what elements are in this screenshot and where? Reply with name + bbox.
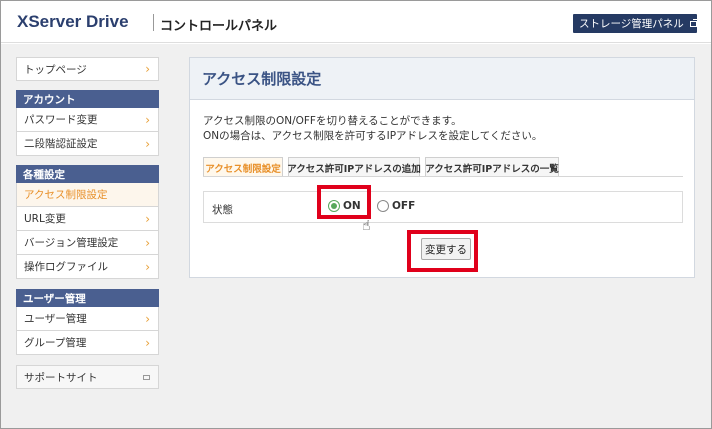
sidebar-heading-account: アカウント — [16, 90, 159, 108]
description-line-2: ONの場合は、アクセス制限を許可するIPアドレスを設定してください。 — [203, 130, 543, 142]
status-label: 状態 — [212, 204, 233, 216]
chevron-right-icon: › — [145, 335, 150, 350]
sidebar-item-top[interactable]: トップページ › — [16, 57, 159, 81]
sidebar-item-label: ユーザー管理 — [24, 313, 87, 325]
radio-off-label: OFF — [392, 200, 416, 212]
app-header: XServer Drive コントロールパネル ストレージ管理パネル — [1, 1, 711, 43]
chevron-right-icon: › — [145, 62, 150, 76]
sidebar-item-version[interactable]: バージョン管理設定 › — [16, 231, 159, 255]
description-line-1: アクセス制限のON/OFFを切り替えることができます。 — [203, 115, 462, 127]
page-title: アクセス制限設定 — [190, 58, 694, 100]
sidebar-item-label: 二段階認証設定 — [24, 138, 98, 150]
sidebar-item-group-manage[interactable]: グループ管理 › — [16, 331, 159, 355]
tab-access-restriction[interactable]: アクセス制限設定 — [203, 157, 283, 177]
highlight-box-on — [317, 185, 371, 219]
sidebar-item-label: パスワード変更 — [24, 114, 98, 126]
highlight-box-submit — [407, 230, 478, 272]
sidebar-item-label: トップページ — [24, 63, 87, 76]
sidebar-item-2fa[interactable]: 二段階認証設定 › — [16, 132, 159, 156]
sidebar-item-label: サポートサイト — [24, 371, 98, 384]
tab-bar: アクセス制限設定 アクセス許可IPアドレスの追加 アクセス許可IPアドレスの一覧 — [203, 157, 683, 177]
storage-panel-label: ストレージ管理パネル — [579, 18, 684, 30]
sidebar-item-support[interactable]: サポートサイト — [16, 365, 159, 389]
chevron-right-icon: › — [145, 112, 150, 127]
main-panel: アクセス制限設定 アクセス制限のON/OFFを切り替えることができます。 ONの… — [189, 57, 695, 278]
chevron-right-icon: › — [145, 311, 150, 326]
radio-off-indicator[interactable] — [377, 200, 389, 212]
sidebar-item-label: 操作ログファイル — [24, 261, 108, 273]
storage-panel-button[interactable]: ストレージ管理パネル — [573, 14, 701, 33]
status-row: 状態 ON OFF — [203, 191, 683, 223]
tab-divider — [203, 176, 683, 177]
sidebar-item-label: グループ管理 — [24, 337, 87, 349]
tab-ip-list[interactable]: アクセス許可IPアドレスの一覧 — [425, 157, 559, 177]
external-link-icon — [689, 18, 701, 27]
app-subtitle: コントロールパネル — [160, 19, 278, 34]
sidebar-item-url[interactable]: URL変更 › — [16, 207, 159, 231]
hand-cursor-icon: ☝ — [362, 218, 371, 234]
sidebar: トップページ › アカウント パスワード変更 › 二段階認証設定 › 各種設定 … — [16, 57, 159, 389]
tab-add-ip[interactable]: アクセス許可IPアドレスの追加 — [287, 157, 421, 177]
sidebar-item-label: バージョン管理設定 — [24, 237, 119, 249]
logo[interactable]: XServer Drive — [17, 12, 129, 32]
external-link-icon — [143, 374, 150, 380]
sidebar-item-log[interactable]: 操作ログファイル › — [16, 255, 159, 279]
chevron-right-icon: › — [145, 136, 150, 151]
page-description: アクセス制限のON/OFFを切り替えることができます。 ONの場合は、アクセス制… — [203, 114, 542, 144]
sidebar-item-label: アクセス制限設定 — [24, 189, 108, 201]
sidebar-item-user-manage[interactable]: ユーザー管理 › — [16, 307, 159, 331]
sidebar-heading-settings: 各種設定 — [16, 165, 159, 183]
chevron-right-icon: › — [145, 211, 150, 226]
sidebar-item-label: URL変更 — [24, 213, 66, 225]
chevron-right-icon: › — [145, 235, 150, 250]
radio-off[interactable]: OFF — [377, 200, 415, 212]
sidebar-item-access-restriction[interactable]: アクセス制限設定 — [16, 183, 159, 207]
logo-divider — [153, 14, 154, 31]
sidebar-heading-users: ユーザー管理 — [16, 289, 159, 307]
sidebar-item-password[interactable]: パスワード変更 › — [16, 108, 159, 132]
chevron-right-icon: › — [145, 259, 150, 274]
